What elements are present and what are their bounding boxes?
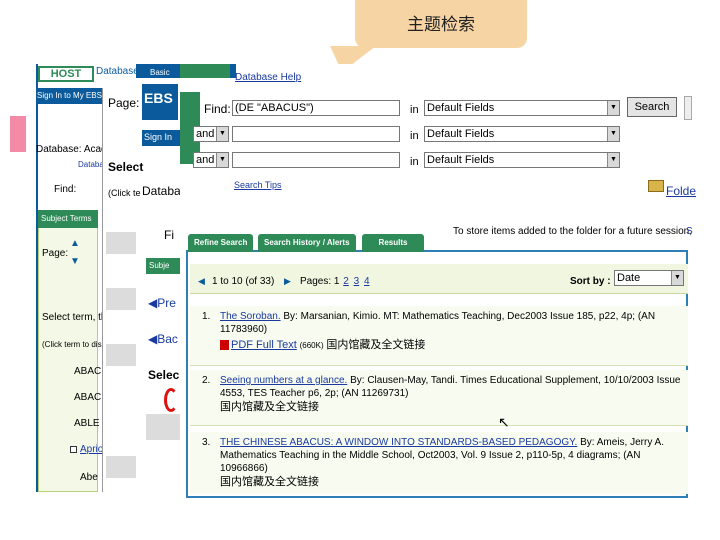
search-button[interactable]: Search <box>627 97 677 117</box>
list-item: 3. THE CHINESE ABACUS: A WINDOW INTO STA… <box>190 432 688 494</box>
list-item: 2. Seeing numbers at a glance. By: Claus… <box>190 370 688 426</box>
database-label-mid: Databa <box>142 184 181 198</box>
database-help-link[interactable]: Database Help <box>235 72 301 83</box>
holding-link[interactable]: 国内馆藏及全文链接 <box>326 338 425 351</box>
field-select[interactable]: Default Fields ▼ <box>424 152 620 168</box>
page-link[interactable]: 3 <box>354 276 360 287</box>
chevron-down-icon: ▼ <box>607 127 619 141</box>
pages-nav: Pages: 1 2 3 4 <box>300 276 370 287</box>
tab-results[interactable]: Results <box>362 234 424 252</box>
chevron-down-icon: ▼ <box>216 153 228 167</box>
subject-terms-tab[interactable]: Subject Terms <box>38 210 98 228</box>
holding-link[interactable]: 国内馆藏及全文链接 <box>220 475 319 488</box>
result-title[interactable]: Seeing numbers at a glance. <box>220 375 347 386</box>
find-label-back: Find: <box>54 184 77 195</box>
callout-label: 主题检索 <box>407 15 475 35</box>
select-label-2: Selec <box>148 368 180 382</box>
down-arrow-icon[interactable]: ▼ <box>70 256 80 267</box>
sign-in-link[interactable]: Sign In to My EBSCO <box>36 88 106 104</box>
in-label: in <box>410 156 419 168</box>
chevron-down-icon: ▼ <box>607 153 619 167</box>
in-label: in <box>410 130 419 142</box>
chevron-down-icon: ▼ <box>671 271 683 285</box>
find-label: Find: <box>204 102 231 116</box>
back-arrow-icon: ◀ <box>148 296 158 310</box>
page-label-mid: Page: <box>108 96 140 110</box>
decorative-bar <box>10 116 26 152</box>
find-input-3[interactable] <box>232 152 400 168</box>
term-checkbox[interactable] <box>70 446 77 453</box>
page-link[interactable]: 4 <box>364 276 370 287</box>
back-arrow-icon: ◀ <box>148 332 158 346</box>
chevron-down-icon: ▼ <box>216 127 228 141</box>
search-tips-link[interactable]: Search Tips <box>234 180 282 190</box>
next-page-icon[interactable]: ▶ <box>284 276 291 287</box>
tab-refine-search[interactable]: Refine Search <box>188 234 254 252</box>
sign-in-button[interactable]: Sign In <box>142 130 180 146</box>
database-link[interactable]: Databa <box>78 160 104 169</box>
prev-link[interactable]: ◀Pre <box>148 296 176 310</box>
pdf-full-text-link[interactable]: PDF Full Text <box>231 339 297 351</box>
chevron-down-icon: ▼ <box>607 101 619 115</box>
loading-icon <box>164 388 178 412</box>
back-link[interactable]: ◀Bac <box>148 332 178 346</box>
store-folder-text: To store items added to the folder for a… <box>453 226 693 237</box>
pdf-size: (660K) <box>299 341 324 350</box>
click-hint-mid: (Click te <box>108 188 141 198</box>
page-label-back: Page: <box>42 248 69 259</box>
result-title[interactable]: THE CHINESE ABACUS: A WINDOW INTO STANDA… <box>220 437 577 448</box>
find-input-2[interactable] <box>232 126 400 142</box>
store-folder-link[interactable]: S <box>686 226 693 237</box>
find-label-mid: Fi <box>164 228 174 242</box>
term-item[interactable]: ABLE <box>74 418 100 429</box>
ebsco-logo: EBS <box>142 84 178 120</box>
result-meta: By: Marsanian, Kimio. MT: Mathematics Te… <box>220 311 656 335</box>
in-label: in <box>410 104 419 116</box>
folder-icon[interactable] <box>648 180 664 192</box>
select-label: Select <box>108 160 144 174</box>
up-arrow-icon[interactable]: ▲ <box>70 238 80 249</box>
boolean-select[interactable]: and ▼ <box>193 126 229 142</box>
list-item: 1. The Soroban. By: Marsanian, Kimio. MT… <box>190 306 688 366</box>
result-range: 1 to 10 (of 33) <box>212 276 275 287</box>
page-link[interactable]: 1 <box>334 276 340 287</box>
nav-green-tab[interactable] <box>180 64 230 78</box>
folder-link[interactable]: Folde <box>666 184 696 198</box>
sort-select[interactable]: Date ▼ <box>614 270 684 286</box>
term-item[interactable]: Abe <box>80 472 98 483</box>
nav-basic-tab[interactable]: Basic <box>150 68 170 77</box>
ehost-logo: HOST <box>38 66 94 82</box>
scrollbar[interactable] <box>684 96 692 120</box>
boolean-select[interactable]: and ▼ <box>193 152 229 168</box>
field-select[interactable]: Default Fields ▼ <box>424 126 620 142</box>
tab-search-history[interactable]: Search History / Alerts <box>258 234 356 252</box>
holding-link[interactable]: 国内馆藏及全文链接 <box>220 400 319 413</box>
find-input[interactable]: (DE "ABACUS") <box>232 100 400 116</box>
result-title[interactable]: The Soroban. <box>220 311 281 322</box>
database-label: Database: Acade <box>36 144 113 155</box>
field-select[interactable]: Default Fields ▼ <box>424 100 620 116</box>
sort-label: Sort by : <box>570 276 611 287</box>
prev-page-icon[interactable]: ◀ <box>198 276 205 287</box>
page-link[interactable]: 2 <box>343 276 349 287</box>
pdf-icon <box>220 340 229 351</box>
mouse-cursor-icon: ↖ <box>498 414 510 430</box>
